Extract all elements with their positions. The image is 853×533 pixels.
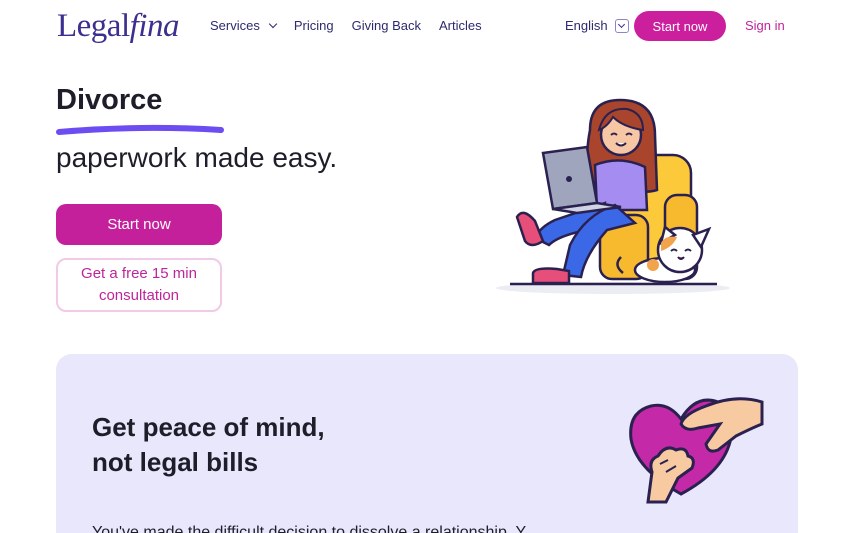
chevron-down-icon [268,19,278,29]
nav-giving-back[interactable]: Giving Back [352,18,421,33]
free-consultation-button[interactable]: Get a free 15 min consultation [56,258,222,312]
start-now-button[interactable]: Start now [56,204,222,245]
nav-pricing[interactable]: Pricing [294,18,334,33]
panel-title: Get peace of mind, not legal bills [92,412,325,477]
nav-articles[interactable]: Articles [439,18,482,33]
hero-title: Divorce [56,84,163,116]
title-underline [56,124,224,135]
panel-body-text: You've made the difficult decision to di… [92,524,538,533]
header-start-button[interactable]: Start now [634,11,726,41]
main-nav: Services Pricing Giving Back Articles [210,18,482,33]
language-dropdown-toggle[interactable] [614,18,629,33]
site-header: Legalfina Services Pricing Giving Back A… [0,0,853,52]
chevron-down-icon [618,20,626,29]
signin-link[interactable]: Sign in [745,18,785,33]
language-label: English [565,18,608,33]
nav-services[interactable]: Services [210,18,278,33]
hero-subtitle: paperwork made easy. [56,142,338,173]
logo[interactable]: Legalfina [57,8,179,45]
language-select[interactable]: English [565,18,629,33]
heart-hands-illustration [629,397,764,504]
woman-laptop-illustration [496,98,730,294]
value-proposition-panel: Get peace of mind, not legal bills You'v… [56,354,798,533]
